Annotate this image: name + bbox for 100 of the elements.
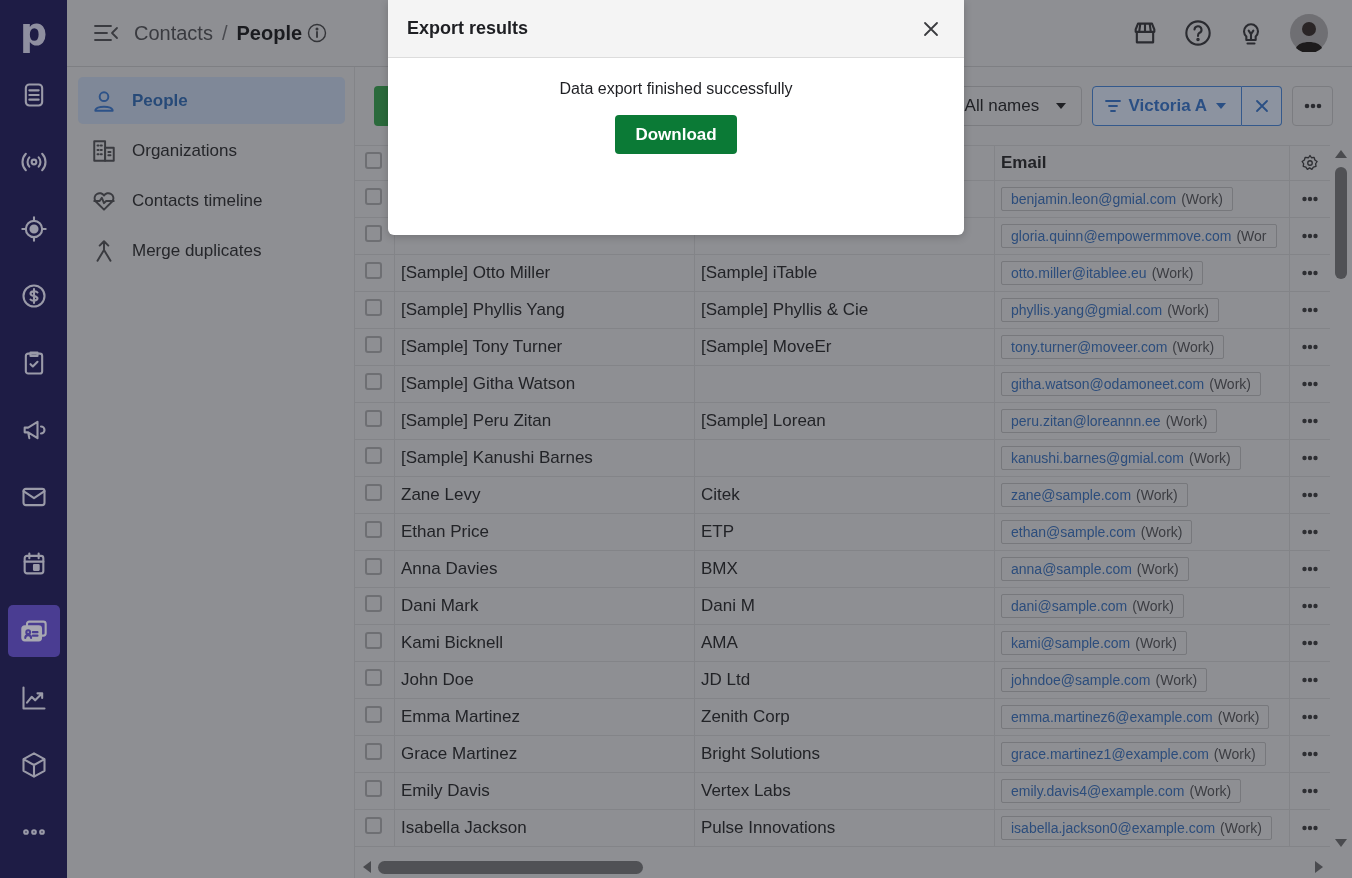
email-link[interactable]: otto.miller@itablee.eu: [1011, 265, 1147, 281]
select-all-checkbox[interactable]: [365, 151, 382, 169]
row-checkbox[interactable]: [365, 224, 382, 242]
app-logo[interactable]: p: [19, 10, 48, 54]
more-icon[interactable]: [1302, 529, 1318, 535]
more-icon: [1303, 103, 1322, 109]
row-checkbox[interactable]: [365, 742, 382, 760]
caret-icon: [1215, 102, 1227, 110]
more-icon[interactable]: [1302, 603, 1318, 609]
table-cell: Citek: [701, 485, 740, 505]
avatar[interactable]: [1290, 14, 1328, 52]
scroll-right-arrow-icon[interactable]: [1314, 860, 1324, 874]
more-icon[interactable]: [1302, 233, 1318, 239]
more-icon[interactable]: [1302, 714, 1318, 720]
email-link[interactable]: emily.davis4@example.com: [1011, 783, 1185, 799]
table-cell: [Sample] Lorean: [701, 411, 826, 431]
scrollbar-thumb[interactable]: [1335, 167, 1347, 279]
row-checkbox[interactable]: [365, 298, 382, 316]
row-checkbox[interactable]: [365, 557, 382, 575]
email-link[interactable]: isabella.jackson0@example.com: [1011, 820, 1216, 836]
row-checkbox[interactable]: [365, 261, 382, 279]
filter-dropdown[interactable]: Victoria A: [1091, 86, 1242, 126]
more-icon[interactable]: [1302, 825, 1318, 831]
download-button[interactable]: Download: [615, 115, 737, 154]
more-icon[interactable]: [1302, 788, 1318, 794]
table-cell: BMX: [701, 559, 738, 579]
table-cell: Grace Martinez: [401, 744, 518, 764]
email-link[interactable]: zane@sample.com: [1011, 487, 1132, 503]
dialog-title: Export results: [407, 18, 529, 39]
email-link[interactable]: johndoe@sample.com: [1011, 672, 1151, 688]
more-icon[interactable]: [1302, 640, 1318, 646]
row-checkbox[interactable]: [365, 446, 382, 464]
row-checkbox[interactable]: [365, 520, 382, 538]
email-link[interactable]: emma.martinez6@example.com: [1011, 709, 1213, 725]
collapse-menu-icon[interactable]: [93, 22, 119, 44]
info-icon[interactable]: [307, 23, 328, 43]
row-checkbox[interactable]: [365, 372, 382, 390]
row-checkbox[interactable]: [365, 631, 382, 649]
email-link[interactable]: grace.martinez1@example.com: [1011, 746, 1209, 762]
column-header[interactable]: Email: [1001, 153, 1047, 173]
more-icon[interactable]: [1302, 751, 1318, 757]
sidebar-item[interactable]: Organizations: [78, 127, 345, 174]
table-cell: Dani M: [701, 596, 755, 616]
row-checkbox[interactable]: [365, 779, 382, 797]
sidebar-item[interactable]: Contacts timeline: [78, 177, 345, 224]
table-cell: Bright Solutions: [701, 744, 821, 764]
email-link[interactable]: benjamin.leon@gmial.com: [1011, 191, 1177, 207]
more-icon[interactable]: [1302, 307, 1318, 313]
more-icon[interactable]: [1302, 492, 1318, 498]
table-cell: Zane Levy: [401, 485, 481, 505]
row-checkbox[interactable]: [365, 594, 382, 612]
box-icon: [19, 751, 48, 779]
more-icon[interactable]: [1302, 455, 1318, 461]
sidebar-item[interactable]: Merge duplicates: [78, 227, 345, 274]
more-icon[interactable]: [1302, 677, 1318, 683]
row-checkbox[interactable]: [365, 409, 382, 427]
email-link[interactable]: ethan@sample.com: [1011, 524, 1136, 540]
help-icon[interactable]: [1184, 19, 1212, 47]
email-type-label: (Work): [1213, 746, 1256, 762]
scrollbar-thumb[interactable]: [378, 860, 643, 874]
more-icon[interactable]: [1302, 566, 1318, 572]
filter-icon: [1104, 99, 1121, 113]
email-link[interactable]: tony.turner@moveer.com: [1011, 339, 1168, 355]
email-type-label: (Work): [1151, 265, 1194, 281]
breadcrumb-link[interactable]: Contacts: [134, 21, 213, 45]
scroll-down-arrow-icon[interactable]: [1334, 838, 1348, 848]
row-checkbox[interactable]: [365, 705, 382, 723]
table-cell: Isabella Jackson: [401, 818, 527, 838]
more-icon[interactable]: [1302, 344, 1318, 350]
email-link[interactable]: peru.zitan@loreannn.ee: [1011, 413, 1161, 429]
row-checkbox[interactable]: [365, 816, 382, 834]
sidebar-item[interactable]: People: [78, 77, 345, 124]
row-checkbox[interactable]: [365, 668, 382, 686]
more-icon[interactable]: [1302, 381, 1318, 387]
table-cell: [Sample] iTable: [701, 263, 818, 283]
nav-item[interactable]: [7, 605, 60, 657]
email-link[interactable]: anna@sample.com: [1011, 561, 1132, 577]
more-button[interactable]: [1292, 86, 1333, 126]
email-link[interactable]: kami@sample.com: [1011, 635, 1131, 651]
clear-filter-button[interactable]: [1242, 86, 1282, 126]
scroll-left-arrow-icon[interactable]: [362, 860, 372, 874]
row-checkbox[interactable]: [365, 335, 382, 353]
row-checkbox[interactable]: [365, 483, 382, 501]
scroll-up-arrow-icon[interactable]: [1334, 149, 1348, 159]
more-icon[interactable]: [1302, 418, 1318, 424]
more-icon: [20, 828, 47, 836]
email-link[interactable]: kanushi.barnes@gmial.com: [1011, 450, 1184, 466]
email-link[interactable]: githa.watson@odamoneet.com: [1011, 376, 1205, 392]
row-checkbox[interactable]: [365, 187, 382, 205]
table-cell: Zenith Corp: [701, 707, 790, 727]
close-icon[interactable]: [923, 20, 939, 37]
email-type-label: (Work): [1209, 376, 1251, 392]
table-cell: Anna Davies: [401, 559, 498, 579]
email-link[interactable]: phyllis.yang@gmial.com: [1011, 302, 1163, 318]
more-icon[interactable]: [1302, 270, 1318, 276]
email-link[interactable]: dani@sample.com: [1011, 598, 1128, 614]
more-icon[interactable]: [1302, 196, 1318, 202]
table-cell: Kami Bicknell: [401, 633, 504, 653]
email-link[interactable]: gloria.quinn@empowermmove.com: [1011, 228, 1232, 244]
settings-icon[interactable]: [1301, 154, 1319, 172]
